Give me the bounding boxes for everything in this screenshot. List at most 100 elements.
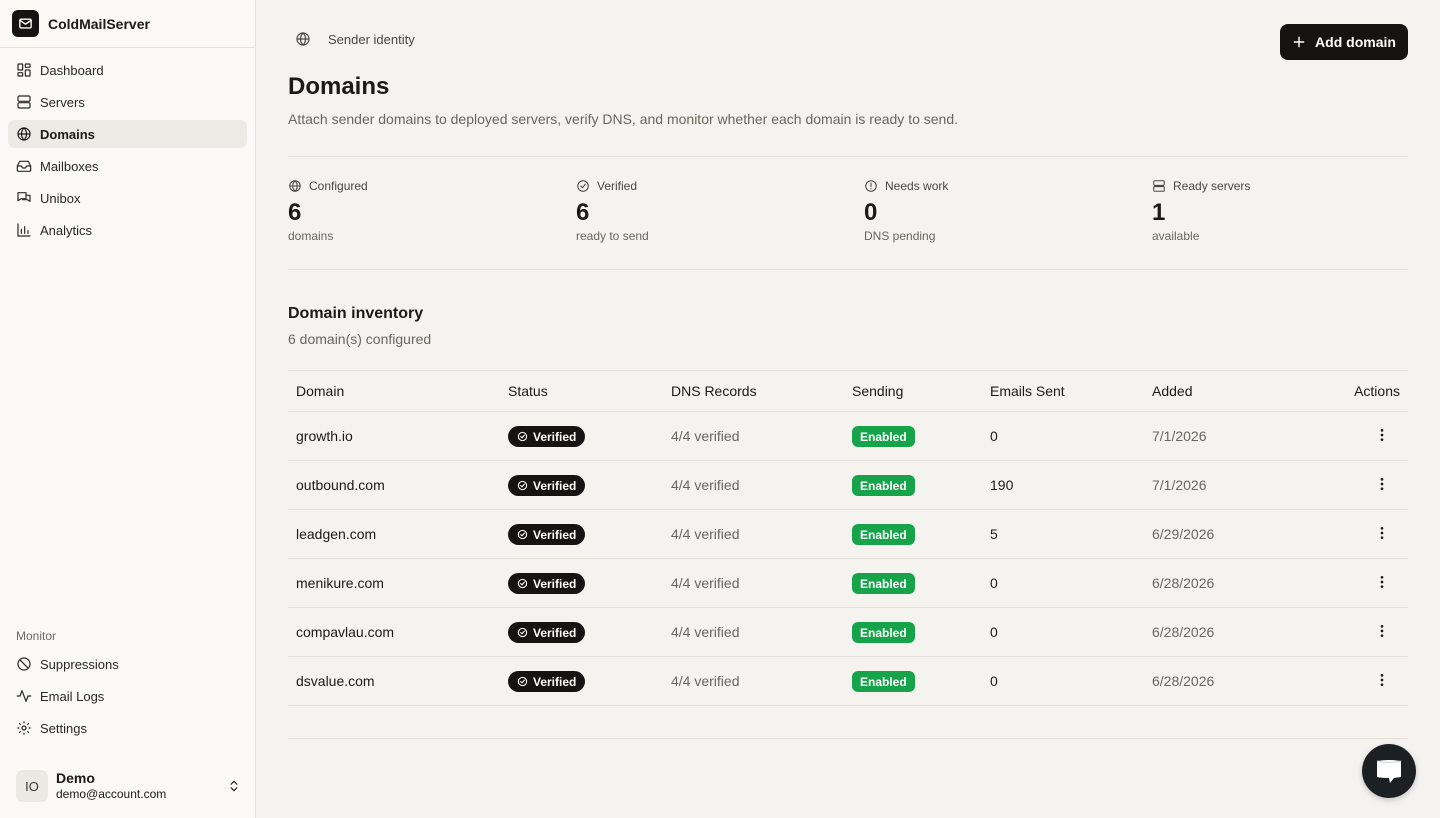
table-body: growth.io Verified 4/4 verified Enabled 0 7/1… (288, 412, 1408, 706)
status-badge: Verified (508, 475, 586, 496)
sidebar-item-email-logs[interactable]: Email Logs (8, 682, 247, 710)
more-vertical-icon (1380, 527, 1384, 539)
stat-sub: available (1152, 229, 1200, 243)
verified-badge: Verified (508, 671, 586, 692)
stat-sub: domains (288, 229, 334, 243)
inbox-icon (16, 160, 32, 172)
chat-icon (1376, 760, 1402, 783)
dns-records: 4/4 verified (671, 673, 740, 689)
breadcrumb-label: Sender identity (328, 31, 415, 47)
emails-sent: 0 (990, 428, 998, 444)
sidebar-item-analytics[interactable]: Analytics (8, 216, 247, 244)
added-date: 6/28/2026 (1152, 673, 1215, 689)
stat-value: 6 (288, 199, 302, 226)
emails-sent: 5 (990, 526, 998, 542)
ban-icon (17, 657, 31, 671)
verified-badge: Verified (508, 475, 586, 496)
domain-name[interactable]: outbound.com (296, 477, 385, 493)
stat-value: 6 (576, 199, 590, 226)
sidebar-item-unibox[interactable]: Unibox (8, 184, 247, 212)
row-actions-button[interactable] (1374, 672, 1390, 691)
verified-badge: Verified (508, 426, 586, 447)
check-circle-icon (517, 578, 528, 589)
dns-records: 4/4 verified (671, 624, 740, 640)
dashboard-icon (17, 63, 31, 77)
status-label: Verified (533, 429, 577, 444)
dns-records: 4/4 verified (671, 477, 740, 493)
row-actions-button[interactable] (1374, 427, 1390, 446)
column-header: Emails Sent (990, 383, 1065, 399)
alert-circle-icon (865, 180, 877, 192)
sidebar-item-dashboard[interactable]: Dashboard (8, 56, 247, 84)
column-header: DNS Records (671, 383, 757, 399)
brand[interactable]: ColdMailServer (0, 0, 255, 48)
domain-name[interactable]: leadgen.com (296, 526, 376, 542)
more-vertical-icon (1380, 576, 1384, 588)
stat-value: 1 (1152, 199, 1166, 226)
more-vertical-icon (1380, 674, 1384, 686)
check-circle-icon (517, 627, 528, 638)
check-circle-icon (517, 529, 528, 540)
sending-badge: Enabled (852, 426, 915, 447)
sidebar-item-mailboxes[interactable]: Mailboxes (8, 152, 247, 180)
table-row: growth.io Verified 4/4 verified Enabled 0 7/1… (288, 412, 1408, 461)
domain-name[interactable]: dsvalue.com (296, 673, 375, 689)
sidebar-item-label: Mailboxes (40, 158, 99, 174)
row-actions-button[interactable] (1374, 623, 1390, 642)
status-badge: Verified (508, 573, 586, 594)
sending-badge: Enabled (852, 622, 915, 643)
table-row: leadgen.com Verified 4/4 verified Enabled 5 6… (288, 510, 1408, 559)
sidebar-item-label: Settings (40, 720, 87, 736)
column-header: Status (508, 383, 548, 399)
sidebar-item-servers[interactable]: Servers (8, 88, 247, 116)
stat-label-text: Verified (597, 179, 638, 193)
sidebar-item-domains[interactable]: Domains (8, 120, 247, 148)
user-menu[interactable]: IO Demo demo@account.com (16, 770, 241, 802)
sidebar-item-label: Suppressions (40, 656, 119, 672)
stat-ready-servers: Ready servers 1 available (1152, 178, 1422, 243)
user-info: Demo demo@account.com (56, 770, 227, 802)
row-actions-button[interactable] (1374, 476, 1390, 495)
table-row: menikure.com Verified 4/4 verified Enabled 0… (288, 559, 1408, 608)
domain-name[interactable]: growth.io (296, 428, 353, 444)
stat-value: 0 (864, 199, 878, 226)
row-actions-button[interactable] (1374, 525, 1390, 544)
row-actions-button[interactable] (1374, 574, 1390, 593)
stat-label-text: Configured (309, 179, 368, 193)
domain-name[interactable]: compavlau.com (296, 624, 394, 640)
server-icon (1153, 180, 1165, 192)
monitor-nav: Monitor Suppressions Email Logs Settings (8, 626, 247, 746)
sidebar-item-label: Analytics (40, 222, 93, 238)
sidebar-item-label: Servers (40, 94, 85, 110)
added-date: 7/1/2026 (1152, 428, 1207, 444)
sidebar-item-label: Dashboard (40, 62, 104, 78)
status-label: Verified (533, 674, 577, 689)
status-badge: Verified (508, 524, 586, 545)
sidebar-item-settings[interactable]: Settings (8, 714, 247, 742)
gear-icon (17, 721, 31, 735)
sending-badge: Enabled (852, 524, 915, 545)
page-description: Attach sender domains to deployed server… (288, 111, 959, 127)
table-row: dsvalue.com Verified 4/4 verified Enabled 0 6… (288, 657, 1408, 706)
domain-name[interactable]: menikure.com (296, 575, 384, 591)
dns-records: 4/4 verified (671, 526, 740, 542)
emails-sent: 0 (990, 575, 998, 591)
enabled-badge: Enabled (852, 475, 915, 496)
stat-sub: DNS pending (864, 229, 936, 243)
sending-badge: Enabled (852, 573, 915, 594)
dns-records: 4/4 verified (671, 428, 740, 444)
add-domain-button[interactable]: Add domain (1280, 24, 1408, 60)
globe-icon (17, 127, 31, 141)
added-date: 7/1/2026 (1152, 477, 1207, 493)
stat-needs-work: Needs work 0 DNS pending (864, 178, 1134, 243)
sidebar-item-suppressions[interactable]: Suppressions (8, 650, 247, 678)
chat-widget-button[interactable] (1362, 744, 1416, 798)
sending-badge: Enabled (852, 475, 915, 496)
chart-icon (17, 223, 31, 237)
enabled-badge: Enabled (852, 426, 915, 447)
avatar: IO (16, 770, 48, 802)
stat-label: Ready servers (1152, 178, 1422, 194)
enabled-badge: Enabled (852, 622, 915, 643)
chevrons-up-down-icon[interactable] (227, 779, 241, 793)
verified-badge: Verified (508, 524, 586, 545)
